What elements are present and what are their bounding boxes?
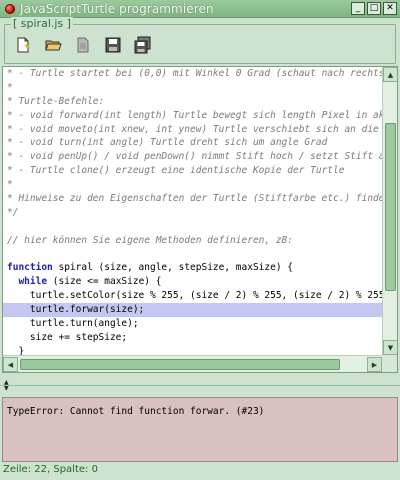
code-line[interactable]: * - void turn(int angle) Turtle dreht si… (3, 136, 382, 150)
horizontal-scrollbar[interactable]: ◀ ▶ (3, 355, 382, 372)
scrollbar-corner (382, 355, 397, 372)
code-text: * - void forward(int length) Turtle bewe… (7, 109, 382, 121)
code-text: * - Turtle startet bei (0,0) mit Winkel … (7, 68, 382, 79)
divider-line (0, 385, 400, 386)
horizontal-scroll-thumb[interactable] (20, 359, 340, 370)
code-keyword: function (7, 262, 53, 274)
code-line[interactable]: turtle.setColor(size % 255, (size / 2) %… (3, 289, 382, 303)
code-text: * - void moveto(int xnew, int ynew) Turt… (7, 123, 379, 135)
code-line[interactable]: // hier können Sie eigene Methoden defin… (3, 234, 382, 248)
window-controls: _ □ ✕ (351, 2, 397, 15)
close-button[interactable]: ✕ (383, 2, 397, 15)
document-icon (77, 37, 89, 53)
new-file-button[interactable] (11, 33, 35, 57)
title-bar[interactable]: JavaScriptTurtle programmieren _ □ ✕ (0, 0, 400, 18)
code-line[interactable]: * (3, 178, 382, 192)
code-line[interactable] (3, 248, 382, 262)
save-icon (105, 37, 121, 53)
code-line[interactable]: } (3, 345, 382, 355)
open-button[interactable] (41, 33, 65, 57)
document-button[interactable] (71, 33, 95, 57)
code-text: * (7, 179, 13, 191)
scroll-down-arrow-icon[interactable]: ▼ (383, 340, 397, 355)
code-keyword: while (18, 276, 48, 288)
code-text: // hier können Sie eigene Methoden defin… (7, 234, 293, 246)
code-line[interactable]: * Hinweise zu den Eigenschaften der Turt… (3, 192, 382, 206)
minimize-button[interactable]: _ (351, 2, 365, 15)
window-title: JavaScriptTurtle programmieren (20, 1, 214, 16)
save-button[interactable] (101, 33, 125, 57)
code-text: } (7, 345, 25, 355)
split-pane-divider[interactable]: ▲ ▼ (0, 375, 400, 395)
maximize-button[interactable]: □ (367, 2, 381, 15)
code-text: * - void turn(int angle) Turtle dreht si… (7, 137, 328, 149)
app-icon (5, 3, 15, 14)
code-text: turtle.setColor(size % 255, (size / 2) %… (7, 290, 382, 302)
new-file-icon (17, 37, 30, 53)
expand-down-arrow-icon[interactable]: ▼ (4, 386, 9, 392)
code-text: * Turtle-Befehle: (7, 95, 105, 107)
save-all-icon (134, 36, 151, 54)
code-text: * - void penUp() / void penDown() nimmt … (7, 151, 382, 163)
code-line[interactable]: turtle.turn(angle); (3, 317, 382, 331)
code-line[interactable]: * - void forward(int length) Turtle bewe… (3, 109, 382, 123)
file-panel-label: [ spiral.js ] (11, 17, 73, 30)
scroll-up-arrow-icon[interactable]: ▲ (383, 67, 397, 82)
code-text: * Hinweise zu den Eigenschaften der Turt… (7, 193, 382, 205)
vertical-scrollbar[interactable]: ▲ ▼ (382, 67, 397, 355)
splitter-arrows: ▲ ▼ (4, 380, 9, 392)
status-bar-position: Zeile: 22, Spalte: 0 (3, 464, 98, 475)
open-folder-icon (45, 40, 62, 51)
code-text: (size <= maxSize) { (47, 276, 162, 288)
code-line[interactable]: * Turtle-Befehle: (3, 95, 382, 109)
code-text: size += stepSize; (7, 331, 128, 343)
code-text: spiral (size, angle, stepSize, maxSize) … (52, 262, 293, 274)
file-panel: [ spiral.js ] (4, 17, 396, 64)
code-text: turtle.turn(angle); (7, 318, 139, 330)
vertical-scroll-thumb[interactable] (385, 123, 396, 291)
code-text: turtle.forwar(size); (7, 304, 145, 316)
code-text: * (7, 81, 13, 93)
code-line[interactable]: */ (3, 206, 382, 220)
code-line[interactable]: * - void moveto(int xnew, int ynew) Turt… (3, 123, 382, 137)
code-line[interactable]: * - Turtle clone() erzeugt eine identisc… (3, 164, 382, 178)
code-text: */ (7, 206, 19, 218)
code-editor[interactable]: * - Turtle startet bei (0,0) mit Winkel … (2, 66, 398, 373)
code-line[interactable] (3, 220, 382, 234)
error-message: TypeError: Cannot find function forwar. … (7, 406, 265, 417)
output-console[interactable]: TypeError: Cannot find function forwar. … (2, 397, 398, 462)
code-area[interactable]: * - Turtle startet bei (0,0) mit Winkel … (3, 67, 382, 355)
scroll-right-arrow-icon[interactable]: ▶ (367, 357, 382, 372)
code-line[interactable]: while (size <= maxSize) { (3, 275, 382, 289)
code-line[interactable]: * - Turtle startet bei (0,0) mit Winkel … (3, 67, 382, 81)
code-line[interactable]: * (3, 81, 382, 95)
toolbar (11, 33, 155, 57)
code-text: * - Turtle clone() erzeugt eine identisc… (7, 165, 345, 177)
code-line[interactable]: size += stepSize; (3, 331, 382, 345)
code-line[interactable]: function spiral (size, angle, stepSize, … (3, 261, 382, 275)
scroll-left-arrow-icon[interactable]: ◀ (3, 357, 18, 372)
code-line-highlighted[interactable]: turtle.forwar(size); (3, 303, 382, 318)
save-all-button[interactable] (131, 33, 155, 57)
code-line[interactable]: * - void penUp() / void penDown() nimmt … (3, 150, 382, 164)
